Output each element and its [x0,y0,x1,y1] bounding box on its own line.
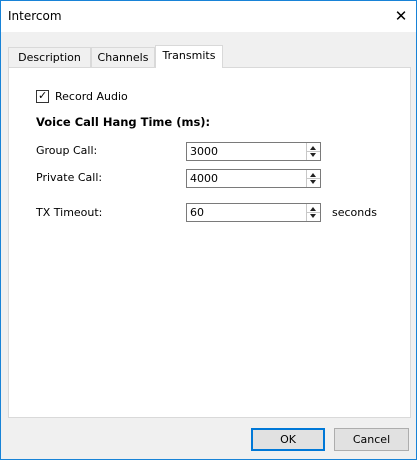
spin-up-icon[interactable] [310,207,316,211]
intercom-dialog: Intercom ✕ Description Channels Transmit… [0,0,417,460]
spin-up-icon[interactable] [310,146,316,150]
private-call-spin-buttons[interactable] [306,170,320,187]
group-call-spinner[interactable]: 3000 [186,142,321,161]
private-call-label: Private Call: [36,171,103,184]
tx-timeout-value[interactable]: 60 [190,206,204,219]
record-audio-checkbox[interactable]: ✓ [36,88,49,103]
ok-button[interactable]: OK [251,428,325,451]
tab-description[interactable]: Description [8,47,91,67]
cancel-button[interactable]: Cancel [334,428,409,451]
tab-channels[interactable]: Channels [91,47,155,67]
spin-down-icon[interactable] [310,180,316,184]
title-bar: Intercom ✕ [1,1,416,32]
spin-down-icon[interactable] [310,153,316,157]
window-title: Intercom [8,9,62,23]
record-audio-checkbox-row[interactable]: ✓ Record Audio [36,88,128,104]
spin-divider [307,212,320,213]
group-call-label: Group Call: [36,144,98,157]
private-call-spinner[interactable]: 4000 [186,169,321,188]
record-audio-label: Record Audio [55,89,128,103]
transmits-panel: ✓ Record Audio Voice Call Hang Time (ms)… [8,67,411,418]
hang-time-heading: Voice Call Hang Time (ms): [36,115,211,129]
spin-up-icon[interactable] [310,173,316,177]
spin-divider [307,151,320,152]
spin-divider [307,178,320,179]
group-call-spin-buttons[interactable] [306,143,320,160]
private-call-value[interactable]: 4000 [190,172,218,185]
tx-timeout-unit: seconds [332,206,377,219]
group-call-value[interactable]: 3000 [190,145,218,158]
tx-timeout-spin-buttons[interactable] [306,204,320,221]
checkmark-icon: ✓ [38,88,48,102]
tx-timeout-label: TX Timeout: [36,206,103,219]
spin-down-icon[interactable] [310,214,316,218]
tab-transmits[interactable]: Transmits [155,45,223,68]
close-icon[interactable]: ✕ [386,1,416,32]
tx-timeout-spinner[interactable]: 60 [186,203,321,222]
